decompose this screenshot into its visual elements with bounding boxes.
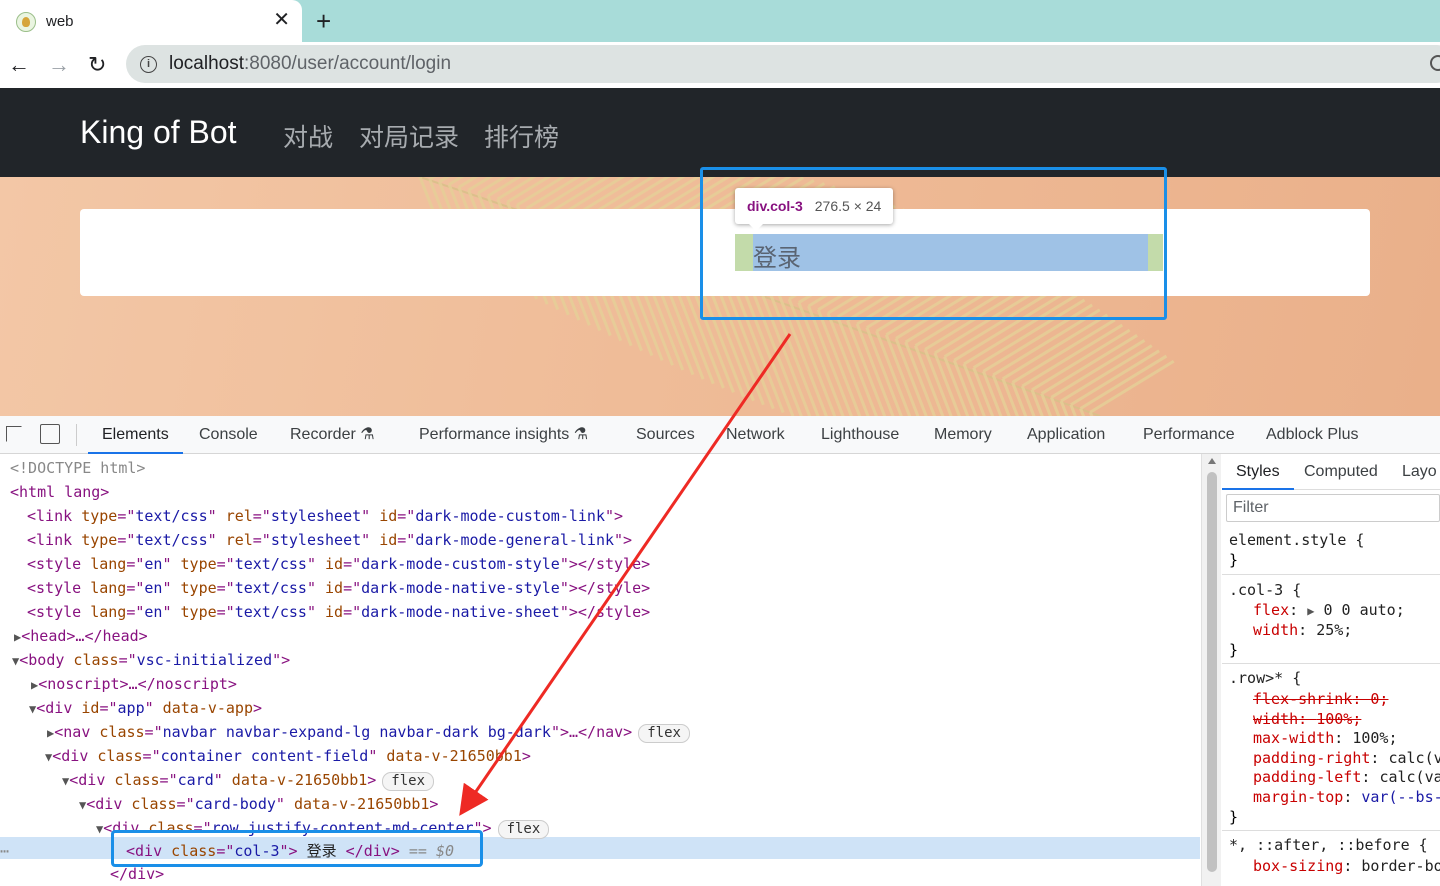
rule-col3-selector: .col-3 { xyxy=(1229,581,1302,599)
rule-row-padding-left[interactable]: padding-left: calc(va xyxy=(1253,767,1440,787)
tab-layout[interactable]: Layo xyxy=(1402,454,1437,490)
dom-ellipsis: ⋯ xyxy=(0,842,10,860)
dom-style-custom[interactable]: <style lang="en" type="text/css" id="dar… xyxy=(27,554,650,578)
rule-row-flex-shrink[interactable]: flex-shrink: 0; xyxy=(1253,689,1388,709)
nav-link-battle[interactable]: 对战 xyxy=(283,118,333,154)
tab-computed[interactable]: Computed xyxy=(1304,454,1378,490)
tab-performance[interactable]: Performance xyxy=(1143,416,1235,454)
devtools-tab-bar: Elements Console Recorder ⚗ Performance … xyxy=(0,416,1440,454)
url-path: :8080/user/account/login xyxy=(244,53,452,74)
tab-application[interactable]: Application xyxy=(1027,416,1105,454)
rule-col3-width[interactable]: width: 25%; xyxy=(1253,620,1352,640)
url-host: localhost xyxy=(169,53,244,74)
flex-badge[interactable]: flex xyxy=(382,772,435,791)
nav-link-records[interactable]: 对局记录 xyxy=(359,118,459,154)
rule-divider xyxy=(1222,574,1440,575)
scrollbar-thumb[interactable] xyxy=(1207,472,1217,872)
devtools-panel: Elements Console Recorder ⚗ Performance … xyxy=(0,416,1440,886)
rule-close-brace: } xyxy=(1229,808,1239,826)
dom-head[interactable]: ▶<head>…</head> xyxy=(14,626,148,650)
rule-row-margin-top[interactable]: margin-top: var(--bs- xyxy=(1253,787,1440,807)
dom-nav[interactable]: ▶<nav class="navbar navbar-expand-lg nav… xyxy=(47,722,690,746)
dom-card-body[interactable]: ▼<div class="card-body" data-v-21650bb1> xyxy=(79,794,438,818)
browser-tab-strip: web ✕ + xyxy=(0,0,1440,43)
forward-arrow-icon[interactable]: → xyxy=(48,54,70,76)
toolbar-divider xyxy=(76,424,77,446)
select-element-icon[interactable] xyxy=(6,426,22,442)
device-toolbar-icon[interactable] xyxy=(40,424,60,444)
annotation-box-page-element xyxy=(700,167,1167,320)
rule-col3-flex[interactable]: flex: ▶ 0 0 auto; xyxy=(1253,600,1405,621)
tab-elements[interactable]: Elements xyxy=(88,416,183,454)
styles-filter-input[interactable]: Filter xyxy=(1226,494,1440,522)
styles-sidebar: Styles Computed Layo Filter element.styl… xyxy=(1222,454,1440,886)
dom-card[interactable]: ▼<div class="card" data-v-21650bb1> flex xyxy=(62,770,435,794)
rule-universal-selector: *, ::after, ::before { xyxy=(1229,836,1428,854)
dom-link-custom[interactable]: <link type="text/css" rel="stylesheet" i… xyxy=(27,506,623,530)
tab-styles[interactable]: Styles xyxy=(1222,454,1294,490)
rule-row-width[interactable]: width: 100%; xyxy=(1253,709,1361,729)
dom-style-sheet[interactable]: <style lang="en" type="text/css" id="dar… xyxy=(27,602,650,626)
rule-row-max-width[interactable]: max-width: 100%; xyxy=(1253,728,1398,748)
dom-html[interactable]: <html lang> xyxy=(10,482,109,506)
rule-divider xyxy=(1222,663,1440,664)
address-bar[interactable]: i localhost:8080/user/account/login xyxy=(126,45,1440,83)
rule-close-brace: } xyxy=(1229,551,1239,569)
site-navbar: King of Bot 对战 对局记录 排行榜 xyxy=(0,88,1440,177)
tab-sources[interactable]: Sources xyxy=(636,416,695,454)
tab-adblock-plus[interactable]: Adblock Plus xyxy=(1266,416,1359,454)
dom-body[interactable]: ▼<body class="vsc-initialized"> xyxy=(12,650,290,674)
reload-icon[interactable]: ↻ xyxy=(88,54,106,76)
elements-scrollbar[interactable] xyxy=(1201,454,1221,886)
url-text[interactable]: localhost:8080/user/account/login xyxy=(169,53,451,75)
tab-lighthouse[interactable]: Lighthouse xyxy=(821,416,899,454)
tab-recorder[interactable]: Recorder ⚗ xyxy=(290,416,375,454)
new-tab-icon[interactable]: + xyxy=(316,6,331,36)
dom-doctype[interactable]: <!DOCTYPE html> xyxy=(10,458,145,482)
rule-box-sizing[interactable]: box-sizing: border-bo xyxy=(1253,856,1440,876)
site-favicon-icon xyxy=(16,11,36,32)
dom-link-general[interactable]: <link type="text/css" rel="stylesheet" i… xyxy=(27,530,632,554)
dom-style-native[interactable]: <style lang="en" type="text/css" id="dar… xyxy=(27,578,650,602)
rule-element-style: element.style { xyxy=(1229,531,1365,549)
tab-performance-insights[interactable]: Performance insights ⚗ xyxy=(419,416,588,454)
annotation-box-dom-node xyxy=(111,830,483,867)
dom-noscript[interactable]: ▶<noscript>…</noscript> xyxy=(31,674,237,698)
back-arrow-icon[interactable]: ← xyxy=(8,54,30,76)
dom-app-div[interactable]: ▼<div id="app" data-v-app> xyxy=(29,698,262,722)
tab-memory[interactable]: Memory xyxy=(934,416,992,454)
site-info-icon[interactable]: i xyxy=(140,55,157,73)
rule-row-padding-right[interactable]: padding-right: calc(v xyxy=(1253,748,1440,768)
rule-row-selector: .row>* { xyxy=(1229,669,1302,687)
site-brand[interactable]: King of Bot xyxy=(80,114,237,151)
browser-tab[interactable]: web ✕ xyxy=(0,0,302,43)
dom-row-close[interactable]: </div> xyxy=(110,864,164,886)
tab-title: web xyxy=(46,13,74,30)
styles-tab-bar: Styles Computed Layo xyxy=(1222,454,1440,490)
rule-close-brace: } xyxy=(1229,641,1239,659)
tab-console[interactable]: Console xyxy=(199,416,258,454)
address-toolbar: ← → ↻ i localhost:8080/user/account/logi… xyxy=(0,42,1440,88)
tab-network[interactable]: Network xyxy=(726,416,785,454)
close-tab-icon[interactable]: ✕ xyxy=(273,10,290,30)
flex-badge[interactable]: flex xyxy=(497,820,550,839)
zoom-icon[interactable] xyxy=(1430,55,1440,71)
dom-container[interactable]: ▼<div class="container content-field" da… xyxy=(45,746,531,770)
nav-link-ranklist[interactable]: 排行榜 xyxy=(484,118,559,154)
flex-badge[interactable]: flex xyxy=(638,724,690,743)
scroll-up-icon[interactable] xyxy=(1208,458,1216,464)
elements-tree: <!DOCTYPE html> <html lang> <link type="… xyxy=(0,454,1200,886)
rule-divider xyxy=(1222,830,1440,831)
